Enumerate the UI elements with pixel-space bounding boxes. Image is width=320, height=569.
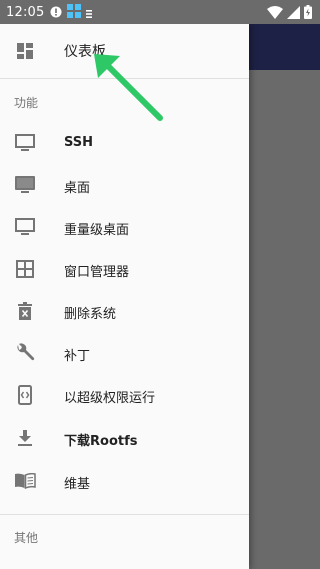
drawer-item-label: 桌面 [64, 181, 91, 196]
dashboard-icon [14, 40, 36, 62]
drawer-item-window-manager[interactable]: 窗口管理器 [0, 248, 249, 290]
drawer-item-label: 窗口管理器 [64, 265, 130, 280]
section-title-features: 功能 [14, 96, 39, 110]
battery-icon [304, 4, 312, 23]
status-time: 12:05 [6, 4, 45, 20]
drawer-item-label: 以超级权限运行 [64, 391, 156, 406]
status-bar: 12:05 [0, 0, 320, 24]
drawer-item-delete-system[interactable]: 删除系统 [0, 290, 249, 332]
wrench-icon [14, 342, 36, 364]
wifi-icon [267, 4, 283, 23]
drawer-item-label: SSH [64, 135, 94, 150]
monitor-icon [14, 216, 36, 238]
book-icon [14, 470, 36, 492]
drawer-item-run-as-root[interactable]: 以超级权限运行 [0, 374, 249, 416]
code-phone-icon [14, 384, 36, 406]
section-title-other: 其他 [14, 531, 39, 545]
app-notification-icon [67, 3, 82, 22]
alert-icon [50, 3, 62, 22]
drawer-item-desktop[interactable]: 桌面 [0, 164, 249, 206]
signal-icon [287, 4, 300, 23]
drawer-item-label: 重量级桌面 [64, 223, 130, 238]
drawer-item-label: 删除系统 [64, 307, 117, 322]
drawer-item-label: 维基 [64, 477, 91, 492]
drawer-item-label: 补丁 [64, 349, 91, 364]
grid-icon [14, 258, 36, 280]
drawer-item-download-rootfs[interactable]: 下载Rootfs [0, 417, 249, 459]
annotation-arrow-icon [94, 54, 163, 121]
trash-icon [14, 300, 36, 322]
drawer-item-heavy-desktop[interactable]: 重量级桌面 [0, 206, 249, 248]
desktop-icon [14, 174, 36, 196]
download-icon [14, 427, 36, 449]
monitor-icon [14, 132, 36, 154]
divider [0, 514, 249, 515]
drawer-item-patch[interactable]: 补丁 [0, 332, 249, 374]
drawer-item-ssh[interactable]: SSH [0, 122, 249, 164]
drawer-item-label: 下载Rootfs [64, 434, 138, 449]
overflow-notification-icon [86, 3, 93, 22]
drawer-item-wiki[interactable]: 维基 [0, 460, 249, 502]
